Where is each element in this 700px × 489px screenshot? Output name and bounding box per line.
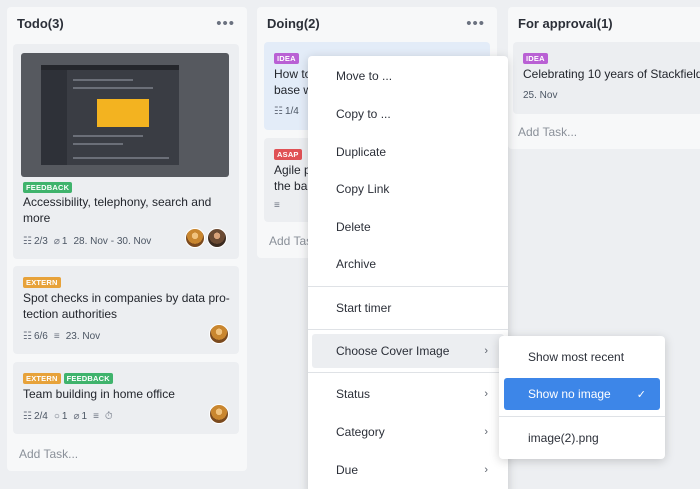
submenu-item-label: Show most recent <box>528 350 625 364</box>
column-title: Todo(3) <box>17 15 64 31</box>
menu-divider <box>308 372 508 373</box>
menu-item-label: Duplicate <box>336 145 387 159</box>
cover-image-submenu: Show most recent Show no image ✓ image(2)… <box>499 336 665 459</box>
checklist-icon: ☷ <box>23 236 32 247</box>
menu-item-label: Copy Link <box>336 182 390 196</box>
submenu-item-image-file[interactable]: image(2).png <box>504 422 660 454</box>
card-title-line: Agile p <box>274 163 311 177</box>
checklist-count: 6/6 <box>33 331 48 342</box>
menu-item-label: Start timer <box>336 301 392 315</box>
comment-count: 1 <box>61 411 68 422</box>
card-title: Team building in home office <box>23 387 175 401</box>
card-title: Spot checks in companies by data pro-tec… <box>23 291 230 321</box>
menu-item-label: Archive <box>336 257 377 271</box>
add-task-button[interactable]: Add Task... <box>518 125 577 139</box>
avatar[interactable] <box>209 324 229 344</box>
due-date: 23. Nov <box>65 331 101 342</box>
description-icon: ≡ <box>53 331 60 342</box>
tag-idea: IDEA <box>523 53 548 64</box>
menu-item-move-to[interactable]: Move to ... <box>312 59 504 93</box>
tag-asap: ASAP <box>274 149 302 160</box>
tag-feedback: FEEDBACK <box>63 373 113 384</box>
column-todo: Todo(3) ••• FEEDBACK Accessibility, tele… <box>7 7 247 471</box>
chevron-right-icon: › <box>484 464 488 476</box>
task-card[interactable]: FEEDBACK Accessibility, telephony, searc… <box>13 44 239 259</box>
menu-item-label: Status <box>336 387 371 401</box>
checklist-icon: ☷ <box>23 331 32 342</box>
checklist-icon: ☷ <box>274 106 283 117</box>
menu-item-label: Copy to ... <box>336 107 391 121</box>
card-title: Accessibility, telephony, search and mor… <box>23 195 212 225</box>
tag-extern: EXTERN <box>23 277 61 288</box>
chevron-right-icon: › <box>484 388 488 400</box>
menu-item-duplicate[interactable]: Duplicate <box>312 135 504 169</box>
avatar[interactable] <box>207 228 227 248</box>
submenu-item-label: image(2).png <box>528 431 599 445</box>
cover-image <box>21 53 229 177</box>
attachment-count: 1 <box>81 411 88 422</box>
card-title: Celebrating 10 years of Stackfield <box>523 67 700 81</box>
checklist-icon: ☷ <box>23 411 32 422</box>
menu-item-label: Due <box>336 463 359 477</box>
card-title-line: base w <box>274 83 313 97</box>
tag-extern: EXTERN <box>23 373 61 384</box>
more-icon[interactable]: ••• <box>216 16 235 31</box>
menu-divider <box>308 329 508 330</box>
column-title: Doing(2) <box>267 15 320 31</box>
task-card[interactable]: EXTERN Spot checks in companies by data … <box>13 266 239 354</box>
task-card[interactable]: EXTERN FEEDBACK Team building in home of… <box>13 362 239 434</box>
submenu-item-show-most-recent[interactable]: Show most recent <box>504 341 660 373</box>
menu-divider <box>308 286 508 287</box>
menu-item-status[interactable]: Status › <box>312 377 504 411</box>
menu-item-archive[interactable]: Archive <box>312 247 504 281</box>
menu-item-category[interactable]: Category › <box>312 415 504 449</box>
avatar[interactable] <box>185 228 205 248</box>
checklist-count: 1/4 <box>284 106 299 117</box>
menu-item-copy-to[interactable]: Copy to ... <box>312 97 504 131</box>
submenu-item-label: Show no image <box>528 387 611 401</box>
timer-icon: ⏱ <box>104 411 113 422</box>
avatar[interactable] <box>209 404 229 424</box>
menu-item-label: Choose Cover Image <box>336 344 450 358</box>
card-title-line: How to <box>274 67 312 81</box>
column-for-approval: For approval(1) IDEA Celebrating 10 year… <box>508 7 700 149</box>
column-title: For approval(1) <box>518 15 613 31</box>
due-date: 28. Nov - 30. Nov <box>73 236 152 247</box>
attachment-count: 1 <box>61 236 68 247</box>
tag-idea: IDEA <box>274 53 299 64</box>
attachment-icon: ⌀ <box>73 411 80 422</box>
checklist-count: 2/4 <box>33 411 48 422</box>
checklist-count: 2/3 <box>33 236 48 247</box>
comment-icon: ○ <box>53 411 60 422</box>
chevron-right-icon: › <box>484 426 488 438</box>
add-task-button[interactable]: Add Task... <box>19 447 78 461</box>
context-menu: Move to ... Copy to ... Duplicate Copy L… <box>308 56 508 489</box>
description-icon: ≡ <box>274 200 280 211</box>
task-card[interactable]: IDEA Celebrating 10 years of Stackfield … <box>513 42 700 114</box>
menu-item-start-timer[interactable]: Start timer <box>312 291 504 325</box>
more-icon[interactable]: ••• <box>466 16 485 31</box>
checkmark-icon: ✓ <box>636 388 646 401</box>
submenu-divider <box>499 416 665 417</box>
menu-item-delete[interactable]: Delete <box>312 210 504 244</box>
chevron-right-icon: › <box>484 345 488 357</box>
due-date: 25. Nov <box>523 90 558 101</box>
menu-item-choose-cover-image[interactable]: Choose Cover Image › <box>312 334 504 368</box>
attachment-icon: ⌀ <box>53 236 60 247</box>
tag-feedback: FEEDBACK <box>23 182 73 193</box>
card-title-line: the ba <box>274 179 308 193</box>
menu-item-label: Category <box>336 425 385 439</box>
menu-item-label: Delete <box>336 220 371 234</box>
menu-item-due[interactable]: Due › <box>312 453 504 487</box>
description-icon: ≡ <box>93 411 99 422</box>
submenu-item-show-no-image[interactable]: Show no image ✓ <box>504 378 660 410</box>
menu-item-copy-link[interactable]: Copy Link <box>312 172 504 206</box>
menu-item-label: Move to ... <box>336 69 393 83</box>
